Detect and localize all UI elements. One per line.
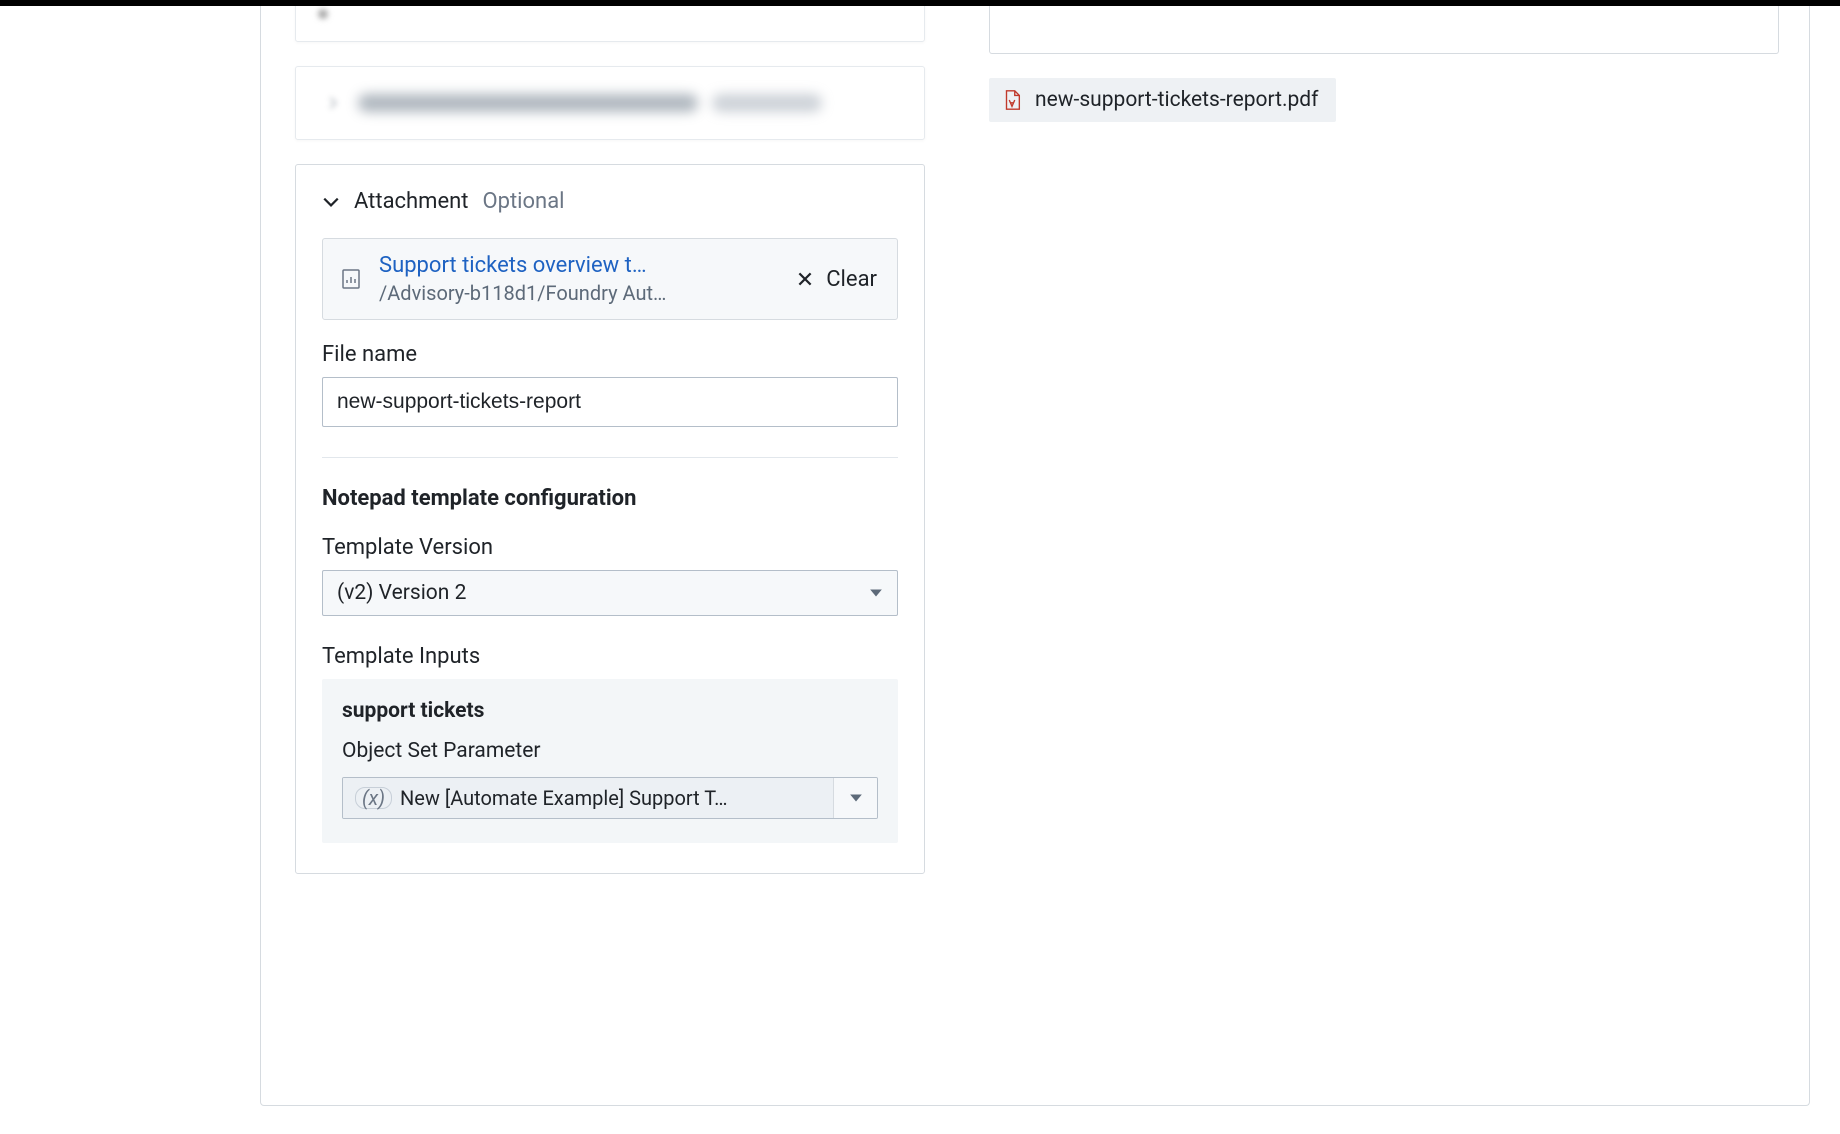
param-value: New [Automate Example] Support T… (400, 786, 727, 810)
template-inputs-label: Template Inputs (322, 644, 898, 669)
blurred-card-top (295, 6, 925, 42)
caret-down-icon (849, 791, 863, 805)
variable-icon: (x) (355, 787, 392, 809)
inputs-param-label: Object Set Parameter (342, 739, 878, 763)
blur-text-secondary (712, 94, 822, 112)
file-name-input[interactable] (322, 377, 898, 427)
blur-text-primary (358, 94, 698, 112)
document-chart-icon (339, 267, 363, 291)
outer-panel: new-support-tickets-report.pdf Attachmen… (260, 6, 1810, 1106)
inputs-group-title: support tickets (342, 699, 878, 723)
chevron-right-icon (326, 96, 340, 110)
pdf-icon (1001, 89, 1023, 111)
clear-label: Clear (826, 267, 877, 292)
picked-text: Support tickets overview t… /Advisory-b1… (379, 253, 780, 305)
template-version-value: (v2) Version 2 (337, 581, 466, 605)
chevron-down-icon (322, 193, 340, 211)
template-version-label: Template Version (322, 535, 898, 560)
resource-path: /Advisory-b118d1/Foundry Aut… (379, 281, 719, 305)
panel-header[interactable]: Attachment Optional (322, 189, 898, 214)
generated-file-name: new-support-tickets-report.pdf (1035, 88, 1318, 112)
template-version-select[interactable]: (v2) Version 2 (322, 570, 898, 616)
param-caret[interactable] (833, 778, 877, 818)
section-divider (322, 457, 898, 458)
caret-down-icon (869, 586, 883, 600)
file-name-label: File name (322, 342, 898, 367)
preview-box (989, 6, 1779, 54)
notepad-heading: Notepad template configuration (322, 486, 898, 511)
resource-name: Support tickets overview t… (379, 253, 719, 278)
blurred-card-advanced (295, 66, 925, 140)
attachment-panel: Attachment Optional Support tickets over… (295, 164, 925, 874)
main-content: new-support-tickets-report.pdf Attachmen… (230, 6, 1840, 1134)
close-icon (796, 270, 814, 288)
attachment-optional: Optional (482, 189, 564, 214)
attachment-title: Attachment (354, 189, 468, 214)
generated-file-chip[interactable]: new-support-tickets-report.pdf (989, 78, 1336, 122)
object-set-param-select[interactable]: (x) New [Automate Example] Support T… (342, 777, 878, 819)
attachment-resource-picker[interactable]: Support tickets overview t… /Advisory-b1… (322, 238, 898, 320)
template-inputs-block: support tickets Object Set Parameter (x)… (322, 679, 898, 843)
clear-button[interactable]: Clear (796, 267, 877, 292)
blur-dot (318, 9, 328, 19)
param-chip: (x) New [Automate Example] Support T… (343, 778, 833, 818)
